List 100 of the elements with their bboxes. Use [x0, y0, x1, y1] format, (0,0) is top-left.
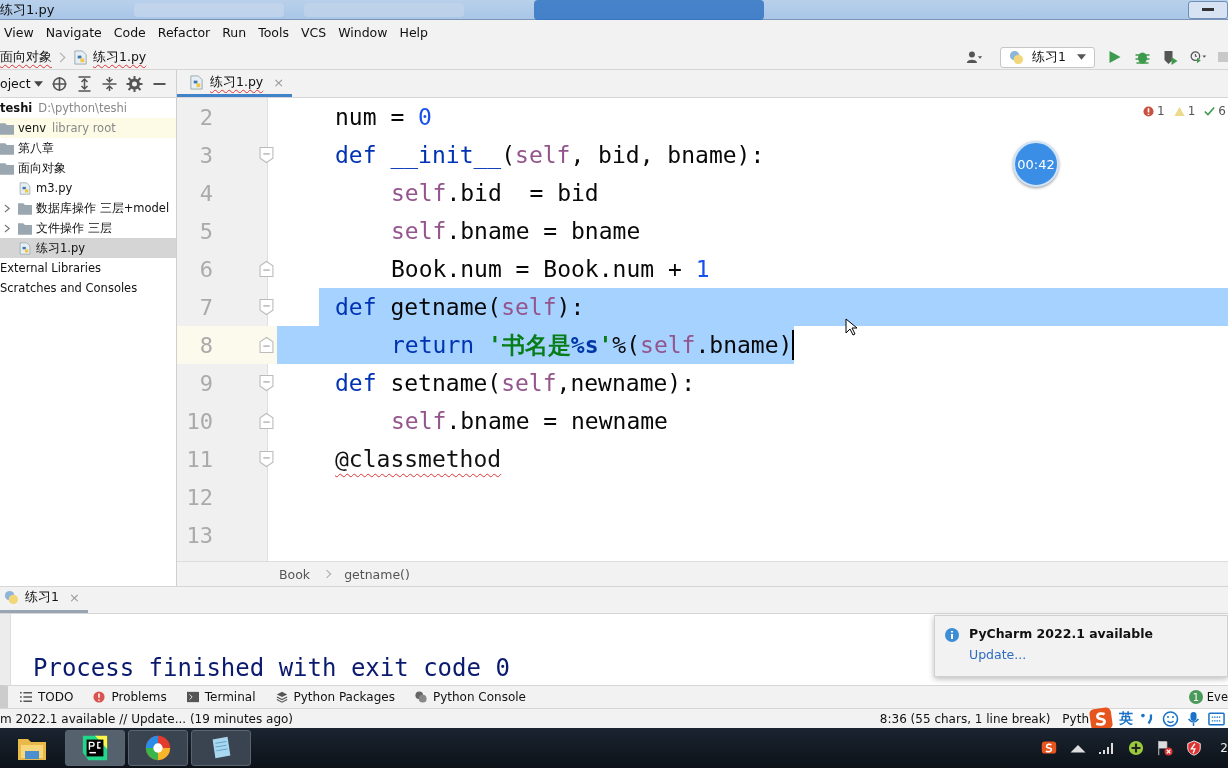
tool-window-button[interactable]: Problems — [93, 690, 167, 704]
plus-circle-icon[interactable] — [1127, 740, 1146, 756]
tool-window-button[interactable]: Python Console — [414, 690, 526, 704]
project-view-dropdown[interactable]: oject — [0, 76, 43, 91]
folder-icon — [0, 121, 14, 135]
warning-icon — [1173, 105, 1185, 117]
menu-item[interactable]: Help — [399, 25, 428, 40]
menu-item[interactable]: Run — [222, 25, 247, 40]
tree-item[interactable]: venv library root — [0, 118, 176, 138]
ime-mode-label[interactable]: 英 — [1119, 709, 1133, 728]
line-number: 7 — [198, 294, 213, 320]
python-file-icon — [18, 181, 32, 195]
inspection-widget[interactable]: 1 1 6 — [1137, 104, 1226, 118]
event-log-button[interactable]: 1 Eve — [1188, 690, 1228, 704]
tree-item[interactable]: External Libraries — [0, 258, 176, 278]
coverage-icon[interactable] — [1162, 49, 1179, 65]
line-number: 8 — [198, 332, 213, 358]
tree-item[interactable]: 文件操作 三层 — [0, 218, 176, 238]
ime-logo-icon[interactable] — [1040, 740, 1059, 756]
fold-marker-icon[interactable] — [259, 450, 274, 468]
caret-position[interactable]: 8:36 (55 chars, 1 line break) — [879, 711, 1051, 726]
terminal-icon — [186, 691, 199, 703]
menu-item[interactable]: Tools — [258, 25, 289, 40]
code-line: @classmethod — [334, 445, 502, 474]
tree-item[interactable]: Scratches and Consoles — [0, 278, 176, 298]
tool-window-button[interactable]: TODO — [20, 690, 74, 704]
taskbar-app-button[interactable] — [65, 730, 125, 766]
code-line: self.bname = newname — [390, 407, 668, 436]
ide-logo-icon — [80, 734, 110, 762]
tree-item[interactable]: 面向对象 — [0, 158, 176, 178]
line-number: 10 — [185, 408, 213, 434]
interpreter-label[interactable]: Pyth — [1062, 711, 1089, 726]
python-file-icon — [73, 49, 88, 65]
line-number: 12 — [185, 484, 213, 510]
folder-icon — [0, 141, 14, 155]
user-caret-icon[interactable] — [966, 49, 984, 65]
menu-item[interactable]: Refactor — [157, 25, 211, 40]
line-number: 5 — [198, 218, 213, 244]
breadcrumb-item[interactable]: Book — [279, 566, 311, 582]
list-icon — [20, 691, 32, 703]
fold-marker-icon[interactable] — [259, 260, 274, 278]
breadcrumb-item[interactable]: getname() — [344, 566, 410, 582]
tree-item[interactable]: 练习1.py — [0, 238, 176, 258]
taskbar-app-button[interactable] — [128, 730, 188, 766]
nav-path-item[interactable]: 面向对象 — [0, 48, 52, 66]
profile-icon[interactable] — [1190, 49, 1207, 65]
mouse-cursor-icon — [845, 318, 857, 336]
code-line: Book.num = Book.num + 1 — [390, 255, 710, 284]
fold-marker-icon[interactable] — [259, 374, 274, 392]
shield-icon[interactable] — [1185, 740, 1204, 756]
update-link[interactable]: Update... — [969, 647, 1153, 662]
menu-item[interactable]: Code — [113, 25, 146, 40]
menu-item[interactable]: View — [4, 25, 34, 40]
line-number: 4 — [198, 180, 213, 206]
flag-error-icon[interactable] — [1156, 740, 1175, 756]
line-number: 9 — [198, 370, 213, 396]
tool-window-button[interactable]: Terminal — [186, 690, 256, 704]
notification-title: PyCharm 2022.1 available — [969, 626, 1153, 641]
tree-item[interactable]: 第八章 — [0, 138, 176, 158]
error-icon — [1143, 105, 1155, 117]
menu-item[interactable]: Window — [338, 25, 388, 40]
tree-item[interactable]: 数据库操作 三层+model — [0, 198, 176, 218]
folder-icon — [0, 161, 14, 175]
folder-icon — [18, 221, 32, 235]
tree-item[interactable]: teshi D:\python\teshi — [0, 98, 176, 118]
nav-path-item[interactable]: 练习1.py — [93, 48, 147, 66]
python-logo-icon — [4, 590, 19, 605]
timer-badge: 00:42 — [1013, 141, 1059, 187]
smiley-icon[interactable] — [1162, 710, 1179, 727]
folder-icon — [18, 201, 32, 215]
microphone-icon[interactable] — [1185, 710, 1202, 727]
taskbar-app-button[interactable] — [191, 730, 251, 766]
check-icon — [1204, 105, 1216, 117]
keyboard-icon[interactable] — [1208, 710, 1225, 727]
code-line: def __init__(self, bid, bname): — [334, 141, 765, 171]
menu-item[interactable]: VCS — [300, 25, 327, 40]
python-file-icon — [189, 74, 204, 90]
layers-icon — [275, 691, 288, 703]
info-icon — [945, 628, 959, 642]
run-config-dropdown[interactable]: 练习1 — [1000, 46, 1095, 68]
python-logo-icon — [414, 691, 427, 703]
menu-item[interactable]: Navigate — [45, 25, 102, 40]
code-line: self.bid = bid — [390, 179, 599, 208]
tool-window-button[interactable]: Python Packages — [275, 690, 395, 704]
settings-icon[interactable] — [125, 75, 143, 92]
crosshair-icon[interactable] — [50, 75, 68, 92]
fold-marker-icon[interactable] — [259, 298, 274, 316]
fold-marker-icon[interactable] — [259, 146, 274, 164]
window-title: 练习1.py — [0, 0, 55, 19]
collapse-all-icon[interactable] — [100, 75, 118, 92]
clock-text: 2 — [1220, 741, 1228, 755]
minimize-button[interactable] — [1188, 0, 1228, 19]
python-logo-icon — [1009, 49, 1025, 65]
python-file-icon — [18, 241, 32, 255]
tree-item[interactable]: m3.py — [0, 178, 176, 198]
browser-logo-icon — [143, 734, 173, 762]
fold-marker-icon[interactable] — [259, 336, 274, 354]
fold-marker-icon[interactable] — [259, 412, 274, 430]
line-number: 2 — [198, 104, 213, 130]
line-number: 6 — [198, 256, 213, 282]
